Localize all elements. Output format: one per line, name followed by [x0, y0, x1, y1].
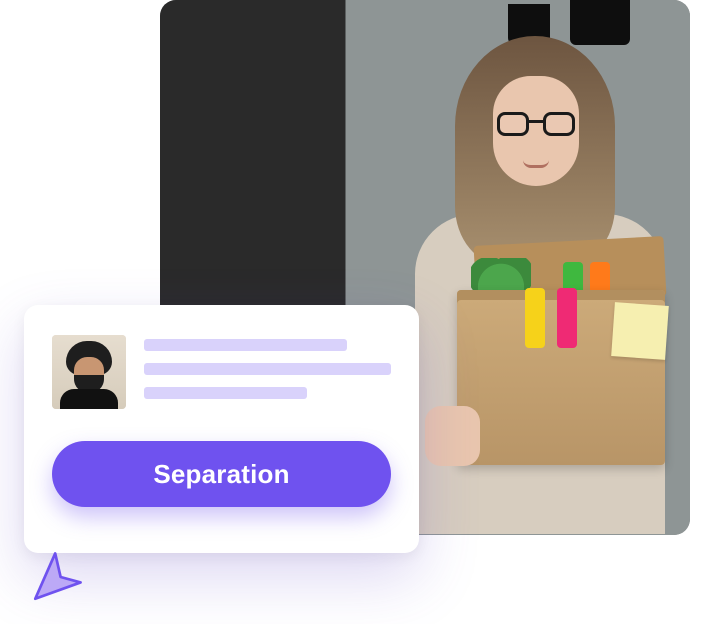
cursor-arrow-icon — [28, 548, 86, 606]
placeholder-line — [144, 387, 307, 399]
placeholder-line — [144, 363, 391, 375]
avatar — [52, 335, 126, 409]
separation-button[interactable]: Separation — [52, 441, 391, 507]
employee-action-card: Separation — [24, 305, 419, 553]
placeholder-line — [144, 339, 347, 351]
placeholder-text-lines — [144, 335, 391, 399]
